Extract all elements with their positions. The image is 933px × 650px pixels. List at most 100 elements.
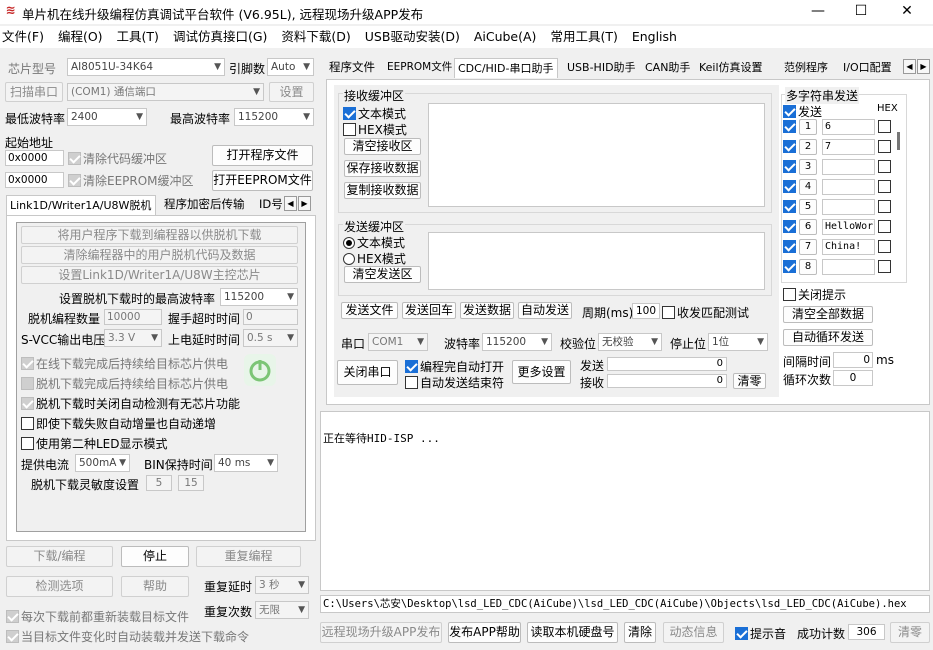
bin-hold-select[interactable]: 40 ms ▼ bbox=[214, 454, 278, 472]
eeprom-address-field[interactable]: 0x0000 bbox=[5, 172, 64, 188]
menu-debug[interactable]: 调试仿真接口(G) bbox=[166, 26, 274, 48]
more-settings-button[interactable]: 更多设置 bbox=[512, 360, 571, 384]
file-path-field[interactable]: C:\Users\芯安\Desktop\lsd_LED_CDC(AiCube)\… bbox=[320, 595, 930, 613]
publish-app-help-button[interactable]: 发布APP帮助 bbox=[448, 622, 521, 643]
send-textarea[interactable] bbox=[428, 232, 765, 290]
supply-current-select[interactable]: 500mA ▼ bbox=[75, 454, 130, 472]
repeat-delay-select[interactable]: 3 秒 ▼ bbox=[255, 576, 309, 594]
opt-online-power-checkbox[interactable]: 在线下载完成后持续给目标芯片供电 bbox=[21, 355, 228, 372]
opt-disable-detect-checkbox[interactable]: 脱机下载时关闭自动检测有无芯片功能 bbox=[21, 395, 240, 412]
multi-row-value-field[interactable]: China! bbox=[822, 239, 875, 255]
clear-count-button[interactable]: 清零 bbox=[733, 373, 766, 389]
open-program-file-button[interactable]: 打开程序文件 bbox=[212, 145, 313, 166]
tab-eeprom-file[interactable]: EEPROM文件 bbox=[384, 58, 455, 78]
send-text-mode-radio[interactable]: 文本模式 bbox=[343, 234, 405, 251]
multi-row-hex-checkbox[interactable] bbox=[878, 260, 893, 274]
opt-led-mode-checkbox[interactable]: 使用第二种LED显示模式 bbox=[21, 435, 168, 452]
download-program-button[interactable]: 下载/编程 bbox=[6, 546, 113, 567]
repeat-count-select[interactable]: 无限 ▼ bbox=[255, 601, 309, 619]
clear-recv-button[interactable]: 清空接收区 bbox=[344, 138, 421, 155]
tab-usb-hid[interactable]: USB-HID助手 bbox=[564, 58, 639, 78]
power-delay-select[interactable]: 0.5 s ▼ bbox=[243, 329, 298, 347]
tab-scroll-right-icon[interactable]: ▶ bbox=[917, 59, 930, 74]
multi-row-send-checkbox[interactable] bbox=[783, 120, 798, 134]
dynamic-info-button[interactable]: 动态信息 bbox=[663, 622, 724, 643]
multi-scrollbar[interactable] bbox=[897, 132, 900, 150]
menu-usb-driver[interactable]: USB驱动安装(D) bbox=[358, 26, 467, 48]
handshake-timeout-field[interactable]: 0 bbox=[243, 309, 298, 325]
multi-row-index-button[interactable]: 3 bbox=[799, 159, 817, 175]
multi-row-hex-checkbox[interactable] bbox=[878, 220, 893, 234]
send-data-button[interactable]: 发送数据 bbox=[460, 302, 514, 319]
multi-row-hex-checkbox[interactable] bbox=[878, 120, 893, 134]
tab-scroll-right-icon[interactable]: ▶ bbox=[298, 196, 311, 211]
help-button[interactable]: 帮助 bbox=[121, 576, 189, 597]
opt-auto-increment-checkbox[interactable]: 即使下载失败自动增量也自动递增 bbox=[21, 415, 216, 432]
menu-download[interactable]: 资料下载(D) bbox=[274, 26, 357, 48]
max-baud-select[interactable]: 115200 ▼ bbox=[234, 108, 314, 126]
clear-all-data-button[interactable]: 清空全部数据 bbox=[783, 306, 873, 323]
minimize-button[interactable]: — bbox=[795, 0, 841, 24]
tab-examples[interactable]: 范例程序 bbox=[781, 58, 831, 78]
multi-row-send-checkbox[interactable] bbox=[783, 220, 798, 234]
menu-english[interactable]: English bbox=[625, 26, 684, 48]
match-test-checkbox[interactable]: 收发匹配测试 bbox=[662, 304, 749, 321]
tab-offline-writer[interactable]: Link1D/Writer1A/U8W脱机 bbox=[6, 195, 156, 215]
multi-row-send-checkbox[interactable] bbox=[783, 140, 798, 154]
multi-row-index-button[interactable]: 4 bbox=[799, 179, 817, 195]
multi-row-send-checkbox[interactable] bbox=[783, 260, 798, 274]
menu-program[interactable]: 编程(O) bbox=[51, 26, 110, 48]
sound-checkbox[interactable]: 提示音 bbox=[735, 625, 786, 642]
clear-code-checkbox[interactable]: 清除代码缓冲区 bbox=[68, 150, 167, 167]
menu-aicube[interactable]: AiCube(A) bbox=[467, 26, 544, 48]
copy-recv-button[interactable]: 复制接收数据 bbox=[344, 182, 421, 199]
multi-row-index-button[interactable]: 5 bbox=[799, 199, 817, 215]
stop-button[interactable]: 停止 bbox=[121, 546, 189, 567]
multi-row-value-field[interactable] bbox=[822, 179, 875, 195]
recv-hex-mode-checkbox[interactable]: HEX模式 bbox=[343, 121, 407, 138]
recv-textarea[interactable] bbox=[428, 103, 765, 207]
reload-before-download-checkbox[interactable]: 每次下载前都重新装载目标文件 bbox=[6, 608, 189, 625]
send-enter-button[interactable]: 发送回车 bbox=[402, 302, 456, 319]
multi-row-hex-checkbox[interactable] bbox=[878, 240, 893, 254]
scan-port-button[interactable]: 扫描串口 bbox=[5, 82, 63, 102]
multi-row-send-checkbox[interactable] bbox=[783, 200, 798, 214]
sensitivity-field-2[interactable]: 15 bbox=[178, 475, 204, 491]
tab-id[interactable]: ID号 bbox=[256, 195, 286, 215]
multi-row-send-checkbox[interactable] bbox=[783, 240, 798, 254]
multi-row-hex-checkbox[interactable] bbox=[878, 180, 893, 194]
chip-select[interactable]: AI8051U-34K64 ▼ bbox=[67, 58, 225, 76]
multi-row-send-checkbox[interactable] bbox=[783, 160, 798, 174]
settings-button[interactable]: 设置 bbox=[269, 82, 314, 102]
multi-send-all-checkbox[interactable]: 发送 bbox=[783, 103, 822, 120]
port-select[interactable]: COM1 ▼ bbox=[368, 333, 428, 351]
interval-field[interactable]: 0 bbox=[833, 352, 873, 368]
close-button[interactable]: ✕ bbox=[884, 0, 930, 24]
tab-program-file[interactable]: 程序文件 bbox=[326, 58, 378, 78]
open-eeprom-file-button[interactable]: 打开EEPROM文件 bbox=[212, 170, 313, 191]
multi-row-value-field[interactable]: HelloWorl bbox=[822, 219, 875, 235]
tab-io-config[interactable]: I/O口配置 bbox=[840, 58, 902, 78]
clear-programmer-button[interactable]: 清除编程器中的用户脱机代码及数据 bbox=[21, 246, 298, 264]
tab-can[interactable]: CAN助手 bbox=[642, 58, 693, 78]
clear-log-button[interactable]: 清除 bbox=[624, 622, 656, 643]
multi-row-value-field[interactable]: 7 bbox=[822, 139, 875, 155]
menu-common-tools[interactable]: 常用工具(T) bbox=[543, 26, 624, 48]
auto-open-checkbox[interactable]: 编程完自动打开 bbox=[405, 358, 504, 375]
parity-select[interactable]: 无校验 ▼ bbox=[598, 333, 662, 351]
svcc-select[interactable]: 3.3 V ▼ bbox=[104, 329, 162, 347]
multi-row-value-field[interactable] bbox=[822, 159, 875, 175]
multi-row-hex-checkbox[interactable] bbox=[878, 200, 893, 214]
port-select[interactable]: (COM1) 通信端口 ▼ bbox=[67, 83, 264, 101]
multi-row-value-field[interactable]: 6 bbox=[822, 119, 875, 135]
auto-send-button[interactable]: 自动发送 bbox=[518, 302, 572, 319]
sensitivity-field-1[interactable]: 5 bbox=[146, 475, 172, 491]
auto-load-checkbox[interactable]: 当目标文件变化时自动装载并发送下载命令 bbox=[6, 628, 249, 645]
loop-count-field[interactable]: 0 bbox=[833, 370, 873, 386]
multi-row-index-button[interactable]: 6 bbox=[799, 219, 817, 235]
offline-count-field[interactable]: 10000 bbox=[104, 309, 162, 325]
pin-select[interactable]: Auto ▼ bbox=[267, 58, 314, 76]
multi-row-send-checkbox[interactable] bbox=[783, 180, 798, 194]
menu-tools[interactable]: 工具(T) bbox=[110, 26, 166, 48]
stop-bits-select[interactable]: 1位 ▼ bbox=[708, 333, 768, 351]
